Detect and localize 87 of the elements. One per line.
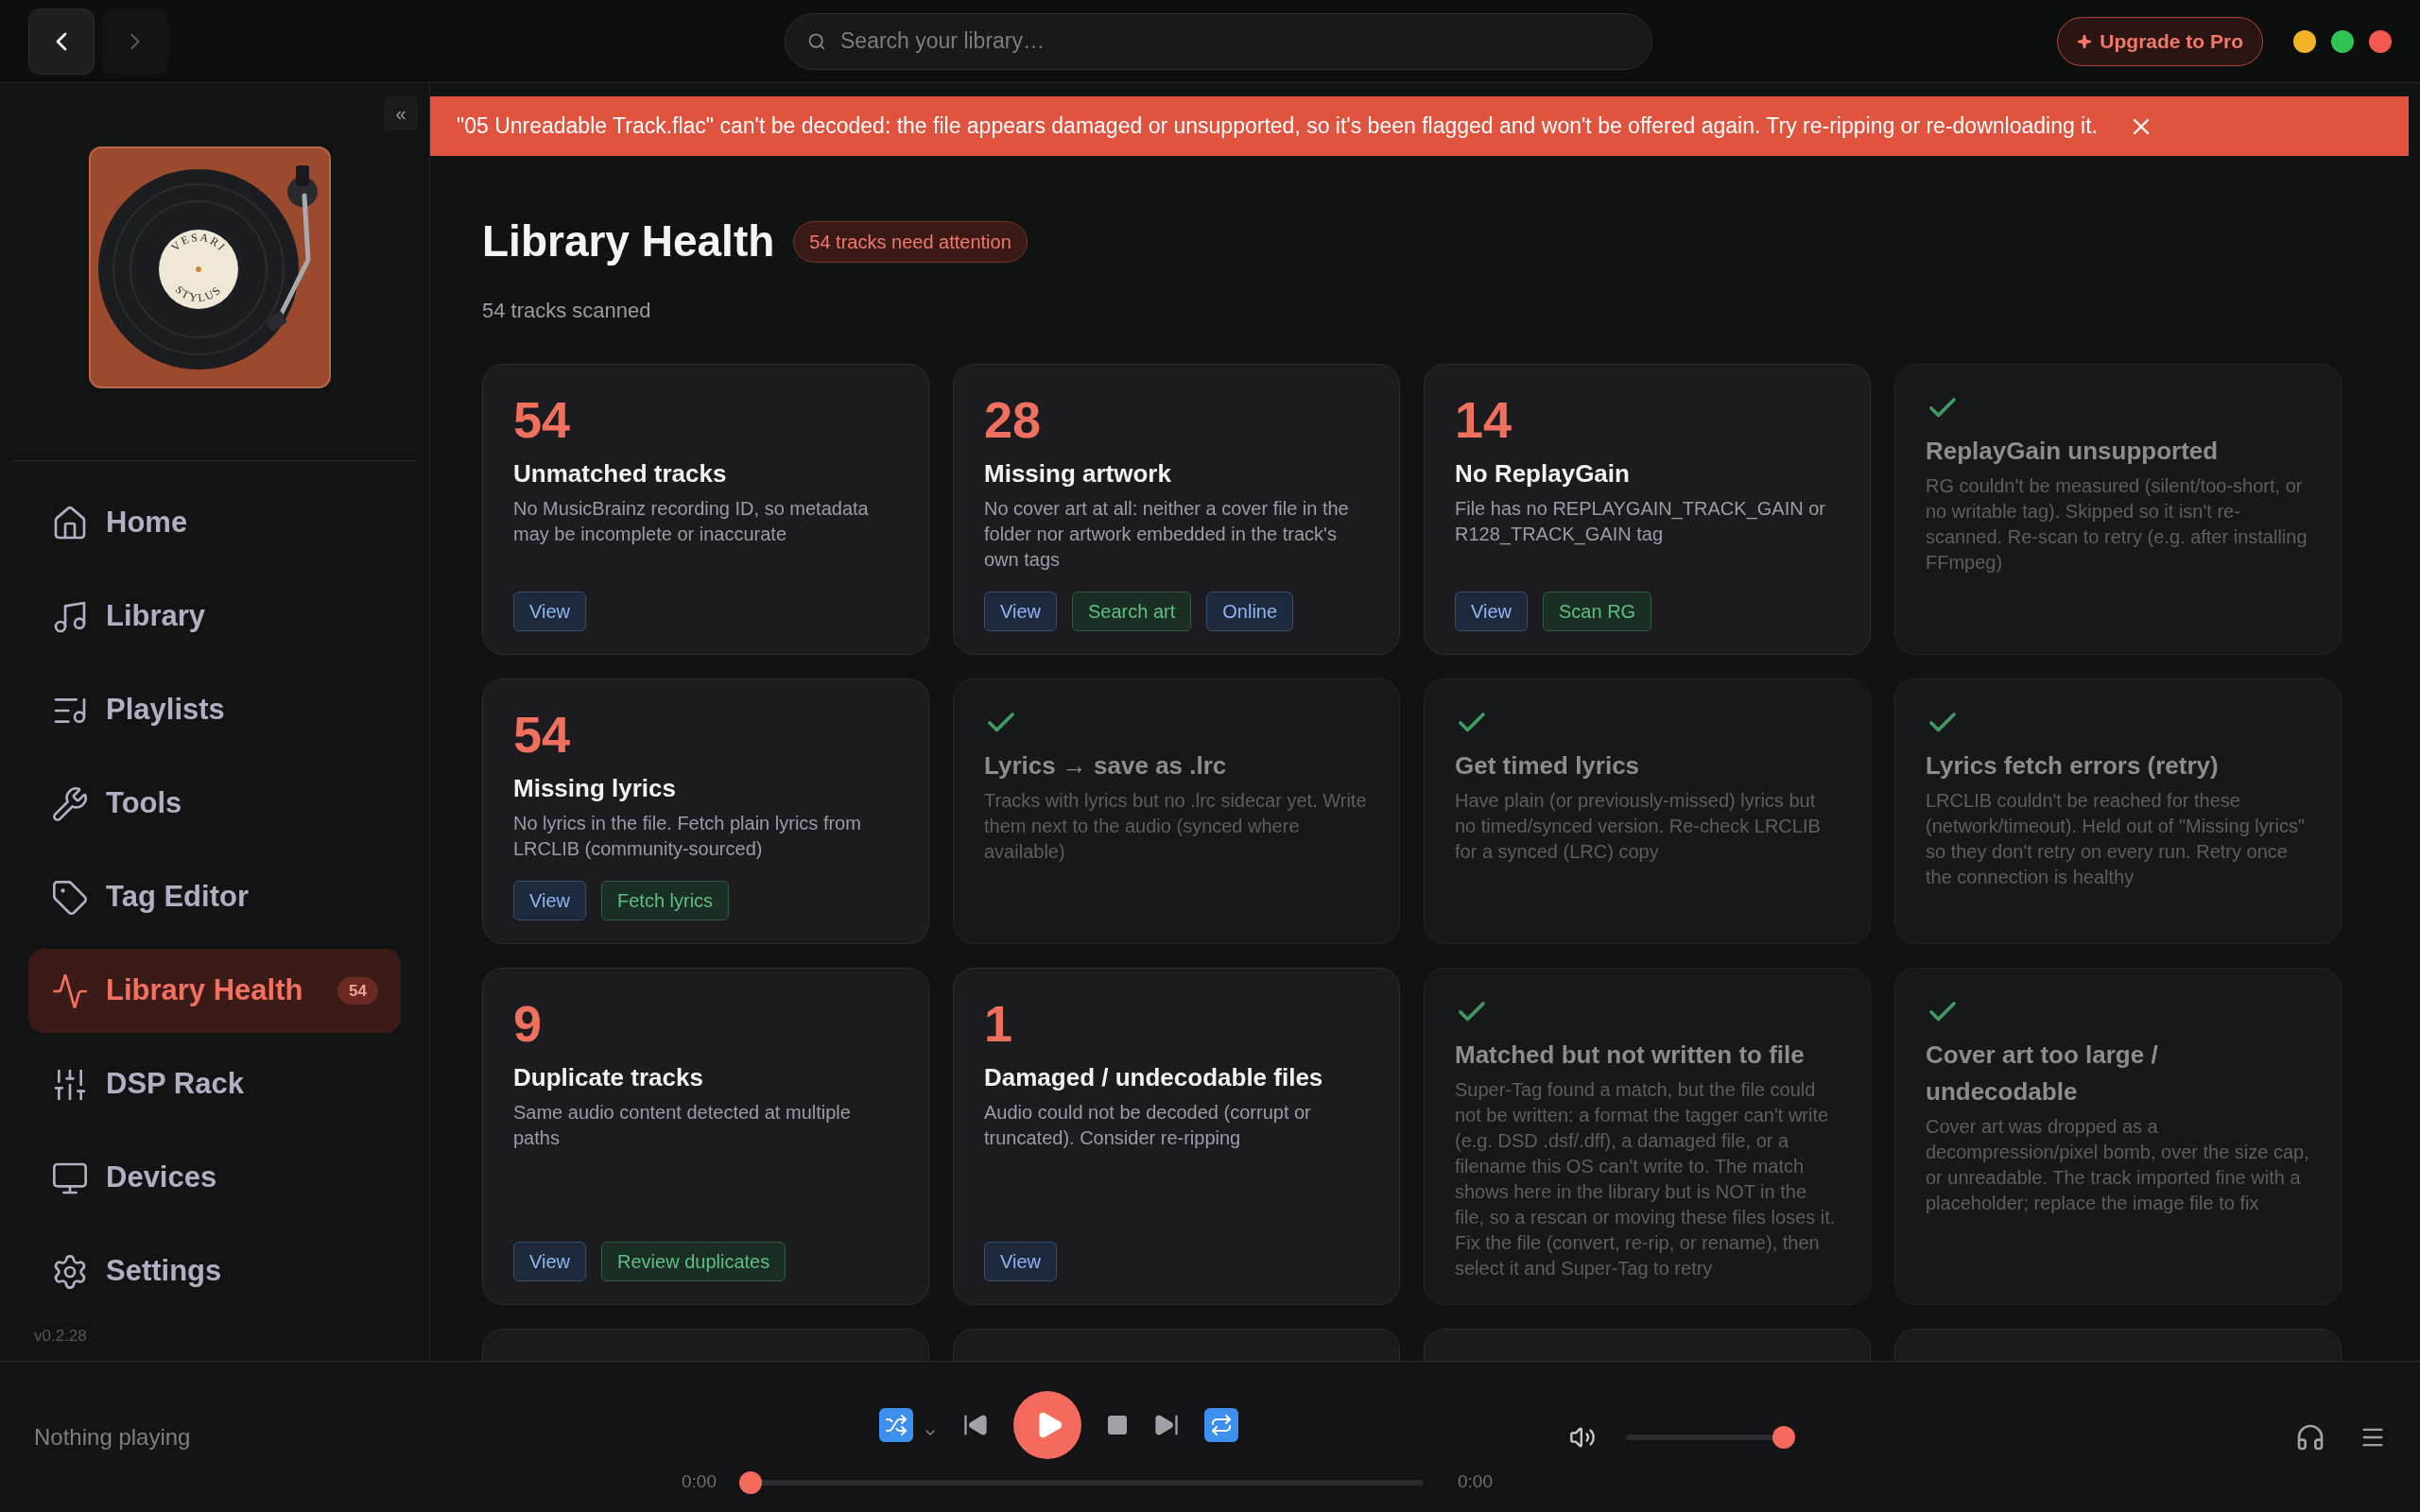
card-title: Lyrics → save as .lrc [984,750,1228,782]
card-title: Cover art too large / undecodable [1926,1040,2159,1108]
attention-badge: 54 tracks need attention [793,220,1028,263]
nav-item[interactable]: Tools [28,762,401,846]
view-button[interactable]: View [984,592,1057,631]
card-title: No ReplayGain [1455,458,1631,490]
issue-count: 14 [1455,391,1513,448]
view-button[interactable]: View [513,881,586,920]
card-title: Missing lyrics [513,773,677,804]
collapse-button[interactable]: « [384,96,418,130]
search-field[interactable]: Search your library… [785,12,1652,70]
stop-icon[interactable] [1106,1414,1129,1437]
card-description: Tracks with lyrics but no .lrc sidecar yet. Write them next to the audio (synced where available) [984,789,1368,864]
now-playing-status: Nothing playing [34,1422,192,1452]
view-button[interactable]: View [984,1242,1057,1281]
repeat-button[interactable] [1204,1408,1238,1443]
duration-time: 0:00 [1458,1470,1493,1494]
nav-label: Library [106,598,206,635]
volume-thumb[interactable] [1772,1425,1795,1449]
card-description: LRCLIB couldn't be reached for these (network/timeout). Held out of "Missing lyrics" so they don't retry on every run. Retry once the connection is healthy [1926,789,2306,889]
issue-count: 54 [513,391,572,448]
turntable-logo: VESARI STYLUS [89,146,331,388]
nav-item[interactable]: Tag Editor [28,855,401,939]
card-description: No cover art at all: neither a cover file in the folder nor artwork embedded in the track's own tags [984,497,1350,572]
card-description: Audio could not be decoded (corrupt or truncated). Consider re-ripping [984,1101,1312,1150]
card-description: Super-Tag found a match, but the file could not be written: a format the tagger can't write (e.g. DSD .dsf/.dff), a damaged file, or a filename this OS can't write to. The match shows here in the library but is NOT in the file, so a rescan or moving these files loses it. Fix the file (convert, re-rip, or rename), then select it and Super-Tag to retry [1455,1078,1837,1280]
shuffle-button[interactable] [879,1408,913,1443]
card-title: Lyrics fetch errors (retry) [1926,750,2220,782]
upgrade-button[interactable]: Upgrade to Pro [2057,16,2263,66]
progress-thumb[interactable] [739,1470,762,1494]
nav-item[interactable]: Devices [28,1136,401,1220]
card-description: Have plain (or previously-missed) lyrics but no timed/synced version. Re-check LRCLIB for a synced (LRC) copy [1455,789,1822,864]
card-title: Unmatched tracks [513,458,728,490]
banner-message: "05 Unreadable Track.flac" can't be decoded: the file appears damaged or unsupported, so it's been flagged and won't be offered again. Try re-ripping or re-downloading it. [457,112,2098,141]
view-button[interactable]: Online [1206,592,1294,631]
scan-summary: 54 tracks scanned [482,298,652,324]
card-title: Get timed lyrics [1455,750,1641,782]
elapsed-time: 0:00 [682,1470,717,1494]
nav-item[interactable]: Home [28,481,401,565]
tag-icon [51,878,89,917]
shuffle-icon [885,1414,908,1437]
issue-count: 54 [513,706,572,763]
action-button[interactable]: Search art [1072,592,1192,631]
card-title: Damaged / undecodable files [984,1062,1324,1093]
action-button[interactable]: Scan RG [1543,592,1652,631]
card-title: Missing artwork [984,458,1172,490]
search-icon [807,31,826,51]
nav-item[interactable]: DSP Rack [28,1042,401,1126]
nav-label: Tag Editor [106,879,249,916]
page-title: Library Health [482,215,775,267]
count-badge: 54 [337,976,378,1005]
card-description: Cover art was dropped as a decompression/pixel bomb, over the size cap, or unreadable. The track imported fine with a placeholder; replace the image file to fix [1926,1115,2310,1215]
view-button[interactable]: View [513,1242,586,1281]
version-label: v0.2.28 [34,1325,87,1347]
card-description: File has no REPLAYGAIN_TRACK_GAIN or R128_TRACK_GAIN tag [1455,497,1826,547]
minimize-button[interactable] [2293,29,2316,53]
repeat-icon [1210,1414,1233,1437]
nav-label: Playlists [106,692,225,729]
maximize-button[interactable] [2331,29,2354,53]
nav-label: Settings [106,1253,222,1290]
nav-item[interactable]: Settings [28,1229,401,1314]
card-title: Matched but not written to file [1455,1040,1806,1071]
card-description: No MusicBrainz recording ID, so metadata may be incomplete or inaccurate [513,497,870,546]
card-title: ReplayGain unsupported [1926,436,2220,467]
sparkle-icon [2077,33,2093,49]
issue-count: 9 [513,995,544,1052]
action-button[interactable]: Fetch lyrics [601,881,730,920]
nav-label: Devices [106,1160,217,1196]
pulse-icon [51,971,89,1010]
nav-label: DSP Rack [106,1066,244,1103]
card-description: No lyrics in the file. Fetch plain lyrics from LRCLIB (community-sourced) [513,812,862,861]
nav-label: Tools [106,785,182,822]
issue-count: 1 [984,995,1014,1052]
issue-count: 28 [984,391,1043,448]
card-title: Duplicate tracks [513,1062,704,1093]
nav-item[interactable]: Library Health 54 [28,949,401,1033]
view-button[interactable]: View [1455,592,1528,631]
nav-label: Home [106,505,188,541]
action-button[interactable]: Review duplicates [601,1242,786,1281]
card-description: Same audio content detected at multiple paths [513,1101,852,1150]
close-button[interactable] [2369,29,2392,53]
view-button[interactable]: View [513,592,586,631]
nav-item[interactable]: Playlists [28,668,401,752]
nav-item[interactable]: Library [28,575,401,659]
card-description: RG couldn't be measured (silent/too-short, or no writable tag). Skipped so it isn't re-scanned. Re-scan to retry (e.g. after installing FFmpeg) [1926,474,2308,575]
wrench-icon [51,784,89,823]
nav-label: Library Health [106,972,303,1009]
